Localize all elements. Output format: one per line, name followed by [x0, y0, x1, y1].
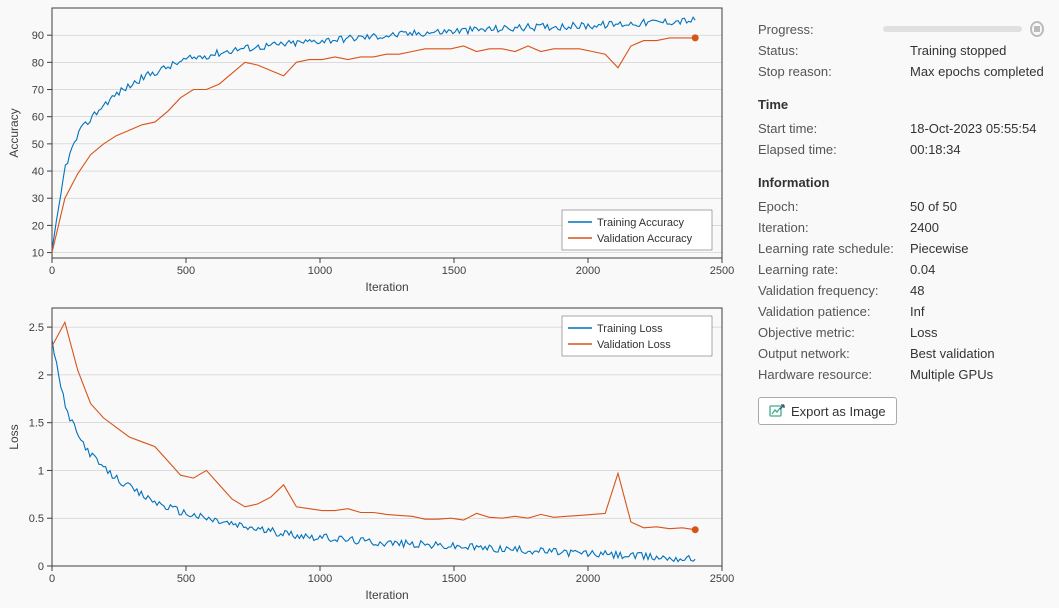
val-freq-value: 48 — [910, 283, 924, 298]
svg-text:70: 70 — [32, 85, 44, 97]
stop-reason-value: Max epochs completed — [910, 64, 1044, 79]
stop-icon — [1034, 26, 1040, 32]
out-net-label: Output network: — [758, 346, 910, 361]
iteration-label: Iteration: — [758, 220, 910, 235]
svg-text:10: 10 — [32, 248, 44, 260]
svg-text:0: 0 — [49, 573, 55, 585]
svg-text:40: 40 — [32, 166, 44, 178]
lr-sched-label: Learning rate schedule: — [758, 241, 910, 256]
svg-text:Loss: Loss — [7, 424, 21, 449]
lr-value: 0.04 — [910, 262, 935, 277]
svg-text:2000: 2000 — [576, 265, 600, 277]
svg-text:Iteration: Iteration — [365, 588, 408, 602]
info-panel: Progress: Status: Training stopped Stop … — [740, 0, 1059, 608]
progress-bar — [883, 26, 1022, 32]
svg-text:1500: 1500 — [442, 265, 466, 277]
svg-text:1000: 1000 — [308, 573, 332, 585]
stop-reason-label: Stop reason: — [758, 64, 910, 79]
svg-text:500: 500 — [177, 265, 195, 277]
export-image-icon — [769, 403, 785, 419]
val-freq-label: Validation frequency: — [758, 283, 910, 298]
svg-text:50: 50 — [32, 139, 44, 151]
svg-text:2000: 2000 — [576, 573, 600, 585]
svg-text:1000: 1000 — [308, 265, 332, 277]
hw-label: Hardware resource: — [758, 367, 910, 382]
svg-text:Iteration: Iteration — [365, 280, 408, 294]
elapsed-time-label: Elapsed time: — [758, 142, 910, 157]
progress-label: Progress: — [758, 22, 883, 37]
svg-text:Accuracy: Accuracy — [7, 108, 21, 157]
export-button[interactable]: Export as Image — [758, 397, 897, 425]
svg-text:Training Accuracy: Training Accuracy — [597, 217, 685, 229]
val-pat-value: Inf — [910, 304, 924, 319]
svg-text:1: 1 — [38, 465, 44, 477]
svg-text:60: 60 — [32, 112, 44, 124]
time-heading: Time — [758, 94, 1044, 115]
svg-text:0.5: 0.5 — [29, 513, 44, 525]
svg-text:0: 0 — [49, 265, 55, 277]
lr-sched-value: Piecewise — [910, 241, 969, 256]
svg-text:2500: 2500 — [710, 573, 734, 585]
start-time-value: 18-Oct-2023 05:55:54 — [910, 121, 1036, 136]
elapsed-time-value: 00:18:34 — [910, 142, 961, 157]
epoch-label: Epoch: — [758, 199, 910, 214]
svg-text:80: 80 — [32, 57, 44, 69]
svg-text:90: 90 — [32, 30, 44, 42]
svg-text:2: 2 — [38, 370, 44, 382]
stop-button[interactable] — [1030, 21, 1044, 37]
epoch-value: 50 of 50 — [910, 199, 957, 214]
export-button-label: Export as Image — [791, 404, 886, 419]
val-pat-label: Validation patience: — [758, 304, 910, 319]
out-net-value: Best validation — [910, 346, 995, 361]
hw-value: Multiple GPUs — [910, 367, 993, 382]
svg-text:Validation Loss: Validation Loss — [597, 339, 671, 351]
charts-area: 05001000150020002500102030405060708090It… — [0, 0, 740, 608]
svg-text:20: 20 — [32, 220, 44, 232]
svg-text:1500: 1500 — [442, 573, 466, 585]
status-value: Training stopped — [910, 43, 1006, 58]
svg-text:Validation Accuracy: Validation Accuracy — [597, 233, 693, 245]
svg-text:0: 0 — [38, 561, 44, 573]
svg-text:1.5: 1.5 — [29, 418, 44, 430]
svg-text:500: 500 — [177, 573, 195, 585]
status-label: Status: — [758, 43, 910, 58]
start-time-label: Start time: — [758, 121, 910, 136]
lr-label: Learning rate: — [758, 262, 910, 277]
obj-value: Loss — [910, 325, 937, 340]
iteration-value: 2400 — [910, 220, 939, 235]
svg-text:2500: 2500 — [710, 265, 734, 277]
info-heading: Information — [758, 172, 1044, 193]
obj-label: Objective metric: — [758, 325, 910, 340]
svg-text:30: 30 — [32, 193, 44, 205]
svg-text:2.5: 2.5 — [29, 322, 44, 334]
svg-text:Training Loss: Training Loss — [597, 323, 663, 335]
